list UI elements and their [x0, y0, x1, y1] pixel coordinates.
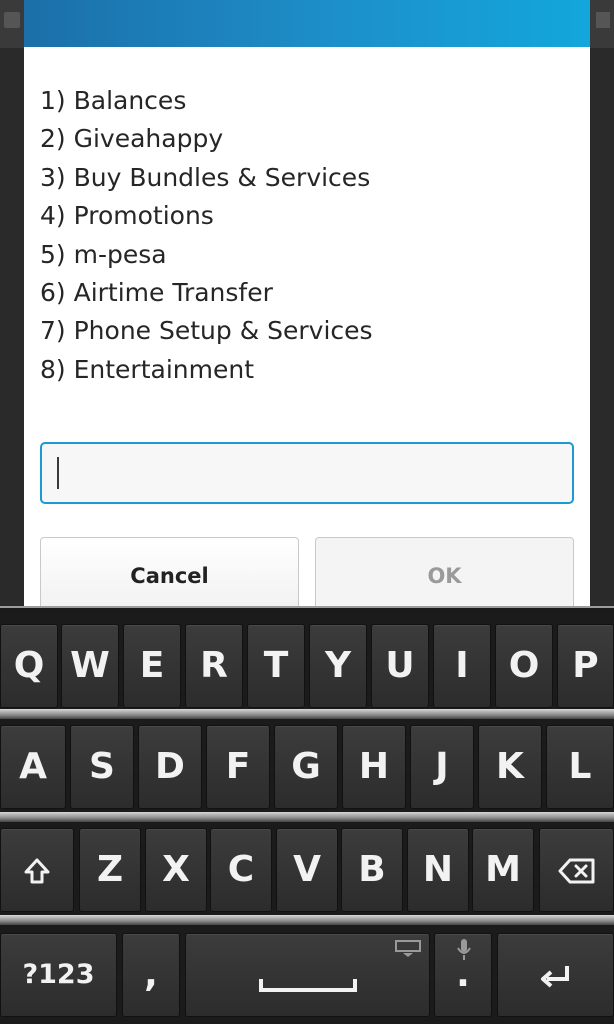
reply-input[interactable] [40, 442, 574, 504]
key-a[interactable]: A [0, 725, 66, 809]
key-u[interactable]: U [371, 624, 429, 708]
virtual-keyboard: Q W E R T Y U I O P A S D F G H J K L Z … [0, 606, 614, 1024]
menu-item-mpesa: 5) m-pesa [40, 239, 167, 269]
keyboard-row-1: Q W E R T Y U I O P [0, 614, 614, 717]
key-s[interactable]: S [70, 725, 134, 809]
keyboard-row-divider [0, 812, 614, 822]
notification-icon [4, 12, 20, 28]
keyboard-row-divider [0, 915, 614, 925]
menu-item-giveahappy: 2) Giveahappy [40, 124, 224, 154]
microphone-icon [457, 939, 471, 960]
dialog-header [24, 0, 590, 47]
key-k[interactable]: K [478, 725, 542, 809]
key-c[interactable]: C [210, 828, 272, 912]
key-j[interactable]: J [410, 725, 474, 809]
ok-button[interactable]: OK [315, 537, 574, 617]
key-p[interactable]: P [557, 624, 614, 708]
enter-key[interactable] [497, 933, 614, 1017]
key-o[interactable]: O [495, 624, 553, 708]
enter-icon [540, 966, 569, 988]
menu-item-promotions: 4) Promotions [40, 201, 214, 231]
shift-icon [24, 858, 50, 884]
backspace-key[interactable] [539, 828, 614, 912]
text-caret [57, 457, 59, 489]
key-q[interactable]: Q [0, 624, 58, 708]
ussd-dialog: 1) Balances 2) Giveahappy 3) Buy Bundles… [24, 0, 590, 617]
key-l[interactable]: L [546, 725, 614, 809]
keyboard-row-4: ?123 , . [0, 925, 614, 1024]
space-key[interactable] [185, 933, 430, 1017]
key-y[interactable]: Y [309, 624, 367, 708]
period-key[interactable]: . [434, 933, 492, 1017]
shift-key[interactable] [0, 828, 74, 912]
key-b[interactable]: B [341, 828, 403, 912]
key-e[interactable]: E [123, 624, 181, 708]
key-g[interactable]: G [274, 725, 338, 809]
key-h[interactable]: H [342, 725, 406, 809]
key-d[interactable]: D [138, 725, 202, 809]
key-w[interactable]: W [61, 624, 119, 708]
numbers-symbols-key[interactable]: ?123 [0, 933, 117, 1017]
menu-item-buy-bundles: 3) Buy Bundles & Services [40, 162, 371, 192]
menu-item-balances: 1) Balances [40, 86, 187, 115]
keyboard-row-3: Z X C V B N M [0, 822, 614, 925]
menu-item-phone-setup: 7) Phone Setup & Services [40, 316, 373, 346]
key-t[interactable]: T [247, 624, 305, 708]
key-r[interactable]: R [185, 624, 243, 708]
key-f[interactable]: F [206, 725, 270, 809]
ussd-menu: 1) Balances 2) Giveahappy 3) Buy Bundles… [40, 82, 373, 389]
keyboard-row-divider [0, 709, 614, 719]
key-z[interactable]: Z [79, 828, 141, 912]
cancel-button[interactable]: Cancel [40, 537, 299, 617]
keyboard-row-2: A S D F G H J K L [0, 719, 614, 822]
key-n[interactable]: N [407, 828, 469, 912]
menu-item-airtime-transfer: 6) Airtime Transfer [40, 278, 273, 308]
space-icon [258, 979, 357, 992]
signal-icon [596, 12, 610, 28]
screen: 1) Balances 2) Giveahappy 3) Buy Bundles… [0, 0, 614, 1024]
keyboard-icon [395, 940, 421, 957]
key-v[interactable]: V [276, 828, 338, 912]
menu-item-entertainment: 8) Entertainment [40, 354, 255, 384]
key-i[interactable]: I [433, 624, 491, 708]
backspace-icon [558, 858, 594, 884]
comma-key[interactable]: , [122, 933, 180, 1017]
key-x[interactable]: X [145, 828, 207, 912]
key-m[interactable]: M [472, 828, 534, 912]
